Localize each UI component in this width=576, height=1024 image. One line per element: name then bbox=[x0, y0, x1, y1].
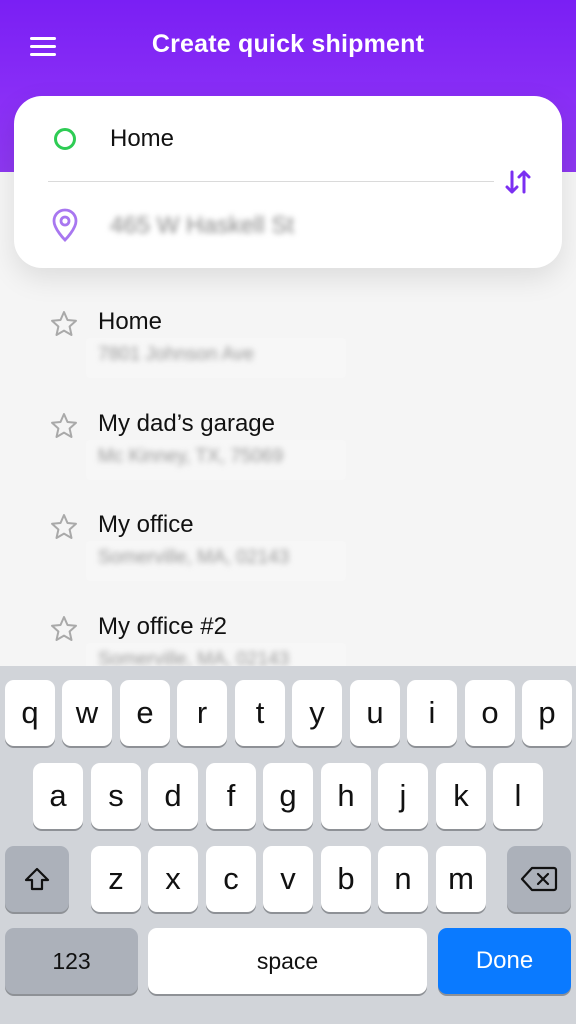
key-y[interactable]: y bbox=[292, 680, 342, 746]
key-e[interactable]: e bbox=[120, 680, 170, 746]
key-s[interactable]: s bbox=[91, 763, 141, 829]
page-title: Create quick shipment bbox=[151, 30, 425, 58]
key-l[interactable]: l bbox=[493, 763, 543, 829]
on-screen-keyboard: q w e r t y u i o p a s d f g h j k l z … bbox=[0, 666, 576, 1024]
key-r[interactable]: r bbox=[177, 680, 227, 746]
key-f[interactable]: f bbox=[206, 763, 256, 829]
key-q[interactable]: q bbox=[5, 680, 55, 746]
star-icon[interactable] bbox=[50, 412, 78, 440]
route-card: Home 465 W Haskell St bbox=[14, 96, 562, 268]
backspace-icon bbox=[520, 866, 558, 892]
key-h[interactable]: h bbox=[321, 763, 371, 829]
key-b[interactable]: b bbox=[321, 846, 371, 912]
star-icon[interactable] bbox=[50, 513, 78, 541]
key-j[interactable]: j bbox=[378, 763, 428, 829]
key-c[interactable]: c bbox=[206, 846, 256, 912]
key-v[interactable]: v bbox=[263, 846, 313, 912]
space-key[interactable]: space bbox=[148, 928, 427, 994]
list-item[interactable]: My office Somerville, MA, 02143 bbox=[0, 503, 576, 593]
key-m[interactable]: m bbox=[436, 846, 486, 912]
key-t[interactable]: t bbox=[235, 680, 285, 746]
key-n[interactable]: n bbox=[378, 846, 428, 912]
place-name: My office bbox=[98, 511, 194, 538]
key-w[interactable]: w bbox=[62, 680, 112, 746]
key-g[interactable]: g bbox=[263, 763, 313, 829]
key-k[interactable]: k bbox=[436, 763, 486, 829]
place-address: Somerville, MA, 02143 bbox=[98, 547, 290, 568]
key-z[interactable]: z bbox=[91, 846, 141, 912]
place-name: My dad’s garage bbox=[98, 410, 275, 437]
list-item[interactable]: My dad’s garage Mc Kinney, TX, 75069 bbox=[0, 402, 576, 492]
key-u[interactable]: u bbox=[350, 680, 400, 746]
done-key[interactable]: Done bbox=[438, 928, 571, 994]
place-address: 7801 Johnson Ave bbox=[98, 344, 255, 365]
place-name: Home bbox=[98, 308, 163, 335]
location-pin-icon bbox=[52, 208, 78, 242]
key-d[interactable]: d bbox=[148, 763, 198, 829]
key-p[interactable]: p bbox=[522, 680, 572, 746]
list-item[interactable]: Home 7801 Johnson Ave bbox=[0, 300, 576, 390]
origin-circle-icon bbox=[54, 128, 76, 150]
place-name: My office #2 bbox=[98, 613, 227, 640]
numbers-key[interactable]: 123 bbox=[5, 928, 138, 994]
origin-field[interactable]: Home bbox=[110, 125, 174, 153]
key-i[interactable]: i bbox=[407, 680, 457, 746]
place-address: Mc Kinney, TX, 75069 bbox=[98, 446, 284, 467]
key-a[interactable]: a bbox=[33, 763, 83, 829]
star-icon[interactable] bbox=[50, 310, 78, 338]
key-x[interactable]: x bbox=[148, 846, 198, 912]
backspace-key[interactable] bbox=[507, 846, 571, 912]
key-o[interactable]: o bbox=[465, 680, 515, 746]
divider bbox=[48, 181, 494, 182]
shift-key[interactable] bbox=[5, 846, 69, 912]
star-icon[interactable] bbox=[50, 615, 78, 643]
shift-arrow-icon bbox=[24, 867, 50, 891]
destination-field[interactable]: 465 W Haskell St bbox=[110, 212, 294, 240]
swap-arrows-icon[interactable] bbox=[502, 166, 534, 198]
